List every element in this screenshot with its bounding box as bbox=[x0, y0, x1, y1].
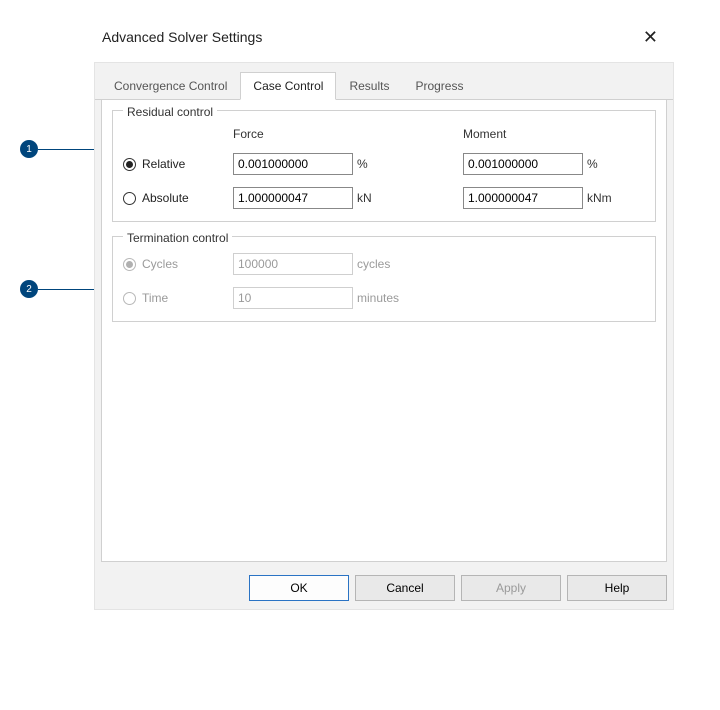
input-relative-force[interactable] bbox=[233, 153, 353, 175]
help-button[interactable]: Help bbox=[567, 575, 667, 601]
fieldset-termination-control: Termination control Cycles cycles Time m… bbox=[112, 236, 656, 322]
tab-convergence-control[interactable]: Convergence Control bbox=[101, 72, 240, 100]
dialog-advanced-solver-settings: Advanced Solver Settings ✕ Convergence C… bbox=[94, 20, 674, 620]
legend-residual-control: Residual control bbox=[123, 105, 217, 119]
cancel-button[interactable]: Cancel bbox=[355, 575, 455, 601]
unit-absolute-force: kN bbox=[353, 191, 393, 205]
radio-time: Time bbox=[123, 291, 233, 305]
tab-content-case-control: Residual control Force Moment Relative % bbox=[101, 100, 667, 562]
radio-absolute[interactable]: Absolute bbox=[123, 191, 233, 205]
input-time bbox=[233, 287, 353, 309]
radio-dot-icon bbox=[123, 192, 136, 205]
unit-relative-force: % bbox=[353, 157, 393, 171]
callout-badge-2: 2 bbox=[20, 280, 38, 298]
fieldset-residual-control: Residual control Force Moment Relative % bbox=[112, 110, 656, 222]
header-force: Force bbox=[233, 127, 353, 141]
tab-results[interactable]: Results bbox=[336, 72, 402, 100]
unit-absolute-moment: kNm bbox=[583, 191, 629, 205]
radio-time-label: Time bbox=[142, 291, 168, 305]
tab-case-control[interactable]: Case Control bbox=[240, 72, 336, 100]
tabstrip: Convergence Control Case Control Results… bbox=[95, 63, 673, 100]
ok-button[interactable]: OK bbox=[249, 575, 349, 601]
header-moment: Moment bbox=[463, 127, 583, 141]
unit-relative-moment: % bbox=[583, 157, 629, 171]
input-absolute-moment[interactable] bbox=[463, 187, 583, 209]
radio-cycles-label: Cycles bbox=[142, 257, 178, 271]
legend-termination-control: Termination control bbox=[123, 231, 232, 245]
unit-cycles: cycles bbox=[353, 257, 433, 271]
tab-progress[interactable]: Progress bbox=[402, 72, 476, 100]
radio-dot-icon bbox=[123, 258, 136, 271]
button-bar: OK Cancel Apply Help bbox=[249, 575, 667, 601]
dialog-titlebar: Advanced Solver Settings ✕ bbox=[94, 20, 674, 62]
apply-button: Apply bbox=[461, 575, 561, 601]
radio-absolute-label: Absolute bbox=[142, 191, 189, 205]
radio-dot-icon bbox=[123, 158, 136, 171]
close-icon[interactable]: ✕ bbox=[637, 26, 664, 48]
dialog-title: Advanced Solver Settings bbox=[102, 29, 262, 45]
input-relative-moment[interactable] bbox=[463, 153, 583, 175]
radio-relative-label: Relative bbox=[142, 157, 185, 171]
input-cycles bbox=[233, 253, 353, 275]
unit-time: minutes bbox=[353, 291, 433, 305]
radio-cycles: Cycles bbox=[123, 257, 233, 271]
callout-badge-1: 1 bbox=[20, 140, 38, 158]
dialog-body: Convergence Control Case Control Results… bbox=[94, 62, 674, 610]
radio-dot-icon bbox=[123, 292, 136, 305]
input-absolute-force[interactable] bbox=[233, 187, 353, 209]
radio-relative[interactable]: Relative bbox=[123, 157, 233, 171]
